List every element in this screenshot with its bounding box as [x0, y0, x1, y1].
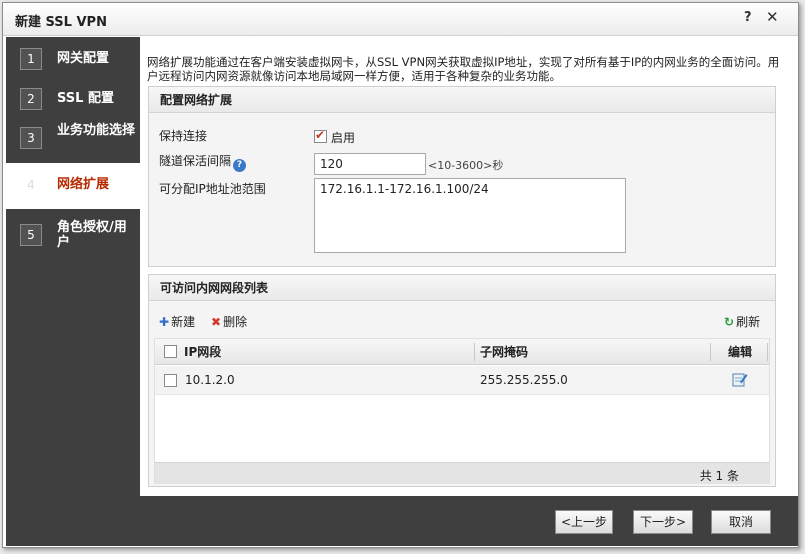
step-ssl-config[interactable]: 2 SSL 配置 — [6, 83, 140, 115]
title-bar: 新建 SSL VPN ? ✕ — [3, 3, 798, 36]
delete-label: 删除 — [223, 315, 248, 329]
delete-subnet-button[interactable]: ✖ 删除 — [211, 313, 247, 330]
subnet-panel-heading: 可访问内网网段列表 — [149, 275, 775, 301]
prev-step-button[interactable]: <上一步 — [555, 510, 613, 534]
keepalive-label: 保持连接 — [159, 129, 208, 143]
content-area: 网络扩展功能通过在客户端安装虚拟网卡，从SSL VPN网关获取虚拟IP地址，实现… — [140, 37, 798, 496]
step-gateway-config[interactable]: 1 网关配置 — [6, 43, 140, 75]
dialog-footer: <上一步 下一步> 取消 — [6, 496, 798, 546]
step-label: 网关配置 — [57, 51, 110, 66]
close-icon[interactable]: ✕ — [766, 8, 779, 26]
step-number: 3 — [20, 127, 42, 149]
step-number: 4 — [27, 178, 35, 192]
step-label: 业务功能选择 — [57, 123, 136, 138]
column-divider — [710, 343, 711, 361]
interval-input[interactable]: 120 — [314, 153, 426, 175]
plus-icon: ✚ — [159, 315, 170, 329]
ssl-vpn-dialog: 新建 SSL VPN ? ✕ 1 网关配置 2 SSL 配置 3 业务功能选择 … — [2, 2, 799, 548]
step-role-authorization[interactable]: 5 角色授权/用户 — [6, 215, 140, 255]
step-number: 5 — [20, 224, 42, 246]
table-header: IP网段 子网掩码 编辑 — [155, 339, 769, 365]
new-subnet-button[interactable]: ✚ 新建 — [159, 313, 195, 330]
refresh-button[interactable]: ↻ 刷新 — [724, 313, 760, 330]
row-ip: 10.1.2.0 — [185, 373, 235, 387]
row-checkbox[interactable] — [164, 374, 177, 387]
cancel-button[interactable]: 取消 — [711, 510, 771, 534]
config-panel-heading: 配置网络扩展 — [149, 87, 775, 113]
intro-text: 网络扩展功能通过在客户端安装虚拟网卡，从SSL VPN网关获取虚拟IP地址，实现… — [147, 55, 780, 83]
table-row[interactable]: 10.1.2.0 255.255.255.0 — [155, 366, 769, 395]
step-network-extension[interactable]: 4 网络扩展 — [6, 163, 140, 209]
wizard-steps: 1 网关配置 2 SSL 配置 3 业务功能选择 4 网络扩展 5 角色授权/用… — [6, 37, 140, 496]
edit-icon[interactable] — [732, 366, 748, 395]
step-number: 2 — [20, 88, 42, 110]
delete-x-icon: ✖ — [211, 315, 222, 329]
row-mask: 255.255.255.0 — [480, 373, 568, 387]
col-mask-header[interactable]: 子网掩码 — [480, 339, 528, 365]
help-icon[interactable]: ? — [744, 10, 752, 25]
select-all-checkbox[interactable] — [164, 345, 177, 358]
column-divider — [474, 343, 475, 361]
column-divider — [767, 343, 768, 361]
step-label: SSL 配置 — [57, 91, 114, 106]
pool-label: 可分配IP地址池范围 — [159, 182, 266, 196]
col-edit-header: 编辑 — [728, 345, 753, 359]
interval-label-wrap: 隧道保活间隔? — [159, 152, 247, 172]
dialog-title: 新建 SSL VPN — [15, 15, 107, 30]
help-icon[interactable]: ? — [233, 159, 247, 172]
keepalive-checkbox[interactable] — [314, 128, 327, 143]
table-footer: 共 1 条 — [155, 462, 769, 484]
step-label: 角色授权/用户 — [57, 220, 127, 250]
total-count: 共 1 条 — [699, 469, 739, 483]
config-panel: 配置网络扩展 保持连接 启用 隧道保活间隔? 120 <10-3600>秒 可分… — [148, 86, 776, 267]
refresh-label: 刷新 — [736, 315, 761, 329]
step-service-select[interactable]: 3 业务功能选择 — [6, 121, 140, 159]
step-number: 1 — [20, 48, 42, 70]
new-label: 新建 — [171, 315, 196, 329]
keepalive-enabled-label: 启用 — [331, 131, 356, 145]
subnet-panel: 可访问内网网段列表 ✚ 新建 ✖ 删除 ↻ 刷新 IP网段 子网掩码 编辑 10.1.… — [148, 274, 776, 487]
subnet-table: IP网段 子网掩码 编辑 10.1.2.0 255.255.255.0 共 1 … — [154, 338, 770, 484]
refresh-icon: ↻ — [724, 315, 735, 329]
ip-pool-textarea[interactable]: 172.16.1.1-172.16.1.100/24 — [314, 178, 626, 253]
interval-hint: <10-3600>秒 — [428, 159, 504, 172]
col-ip-header[interactable]: IP网段 — [184, 339, 221, 365]
next-step-button[interactable]: 下一步> — [633, 510, 693, 534]
step-label: 网络扩展 — [57, 177, 110, 192]
interval-label: 隧道保活间隔 — [159, 154, 232, 168]
